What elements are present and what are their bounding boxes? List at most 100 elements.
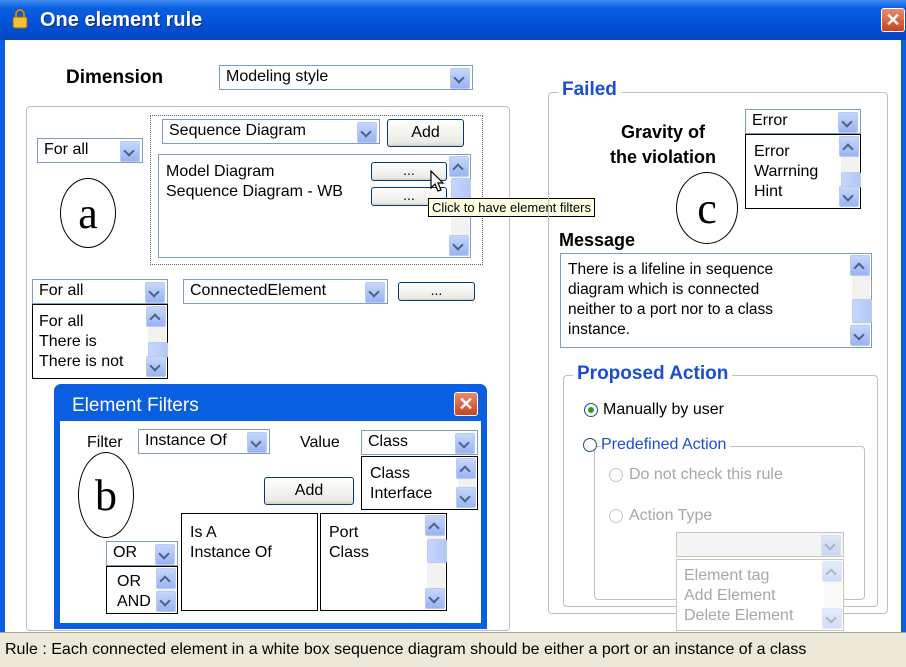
list-item[interactable]: Error bbox=[754, 143, 790, 161]
filter-select[interactable]: Instance Of bbox=[138, 429, 270, 454]
chevron-down-icon[interactable] bbox=[247, 432, 267, 453]
window-frame-right bbox=[901, 40, 906, 667]
chevron-down-icon[interactable] bbox=[365, 282, 385, 303]
chevron-down-icon[interactable] bbox=[425, 588, 445, 609]
list-item[interactable]: Model Diagram bbox=[166, 163, 274, 181]
chevron-up-icon[interactable] bbox=[850, 255, 870, 276]
message-label: Message bbox=[559, 230, 636, 250]
scroll-thumb[interactable] bbox=[852, 299, 872, 323]
list-item[interactable]: For all bbox=[39, 313, 83, 331]
message-line: There is a lifeline in sequence bbox=[568, 261, 774, 278]
list-item[interactable]: Warrning bbox=[754, 163, 818, 181]
value-options-list[interactable]: Class Interface bbox=[361, 456, 478, 510]
chevron-up-icon[interactable] bbox=[456, 458, 476, 479]
chevron-down-icon[interactable] bbox=[156, 591, 176, 612]
list-item[interactable]: OR bbox=[117, 573, 141, 591]
chevron-down-icon[interactable] bbox=[146, 356, 166, 377]
chevron-down-icon[interactable] bbox=[357, 122, 377, 143]
action-type-label[interactable]: Action Type bbox=[629, 507, 712, 525]
operator-select[interactable]: OR bbox=[106, 541, 178, 566]
list-scrollbar[interactable] bbox=[839, 136, 861, 207]
add-filter-button[interactable]: Add bbox=[264, 477, 354, 505]
connected-quantifier-options[interactable]: For all There is There is not bbox=[32, 304, 168, 379]
list-item[interactable]: Hint bbox=[754, 183, 782, 201]
chevron-down-icon[interactable] bbox=[822, 608, 842, 629]
list-item[interactable]: Sequence Diagram - WB bbox=[166, 183, 343, 201]
rule-description: Rule : Each connected element in a white… bbox=[5, 641, 807, 658]
diagram-type-value: Sequence Diagram bbox=[169, 122, 306, 139]
predefined-radio[interactable] bbox=[583, 438, 597, 452]
window-title: One element rule bbox=[40, 9, 203, 31]
chevron-down-icon[interactable] bbox=[839, 186, 859, 207]
filters-list[interactable]: Is A Instance Of bbox=[181, 513, 318, 611]
chevron-down-icon[interactable] bbox=[120, 141, 140, 162]
gravity-options-list[interactable]: Error Warrning Hint bbox=[745, 134, 861, 209]
operator-options-list[interactable]: OR AND bbox=[106, 566, 178, 614]
list-scrollbar[interactable] bbox=[425, 515, 447, 609]
chevron-up-icon[interactable] bbox=[822, 561, 842, 582]
chevron-down-icon[interactable] bbox=[449, 235, 469, 256]
connected-filters-button[interactable]: ... bbox=[398, 282, 475, 301]
chevron-down-icon[interactable] bbox=[450, 68, 470, 89]
chevron-down-icon[interactable] bbox=[850, 325, 870, 346]
chevron-down-icon[interactable] bbox=[821, 535, 841, 556]
gravity-select[interactable]: Error bbox=[745, 109, 861, 134]
action-type-select[interactable] bbox=[676, 532, 844, 557]
list-item[interactable]: Class bbox=[370, 465, 410, 483]
action-type-options-list[interactable]: Element tag Add Element Delete Element bbox=[676, 559, 844, 631]
close-button[interactable]: ✕ bbox=[454, 392, 478, 416]
connected-element-select[interactable]: ConnectedElement bbox=[183, 279, 388, 304]
scroll-thumb[interactable] bbox=[427, 539, 447, 563]
close-button[interactable]: ✕ bbox=[881, 8, 905, 32]
chevron-down-icon[interactable] bbox=[155, 544, 175, 565]
list-item[interactable]: Delete Element bbox=[684, 607, 793, 625]
list-scrollbar[interactable] bbox=[156, 568, 176, 612]
list-scrollbar[interactable] bbox=[146, 306, 168, 377]
list-item[interactable]: Interface bbox=[370, 485, 432, 503]
chevron-down-icon[interactable] bbox=[145, 282, 165, 303]
predefined-label[interactable]: Predefined Action bbox=[601, 436, 731, 454]
chevron-up-icon[interactable] bbox=[146, 306, 166, 327]
chevron-up-icon[interactable] bbox=[156, 568, 176, 589]
manual-radio[interactable] bbox=[584, 403, 598, 417]
list-scrollbar[interactable] bbox=[822, 561, 842, 629]
value-select[interactable]: Class bbox=[361, 430, 478, 455]
do-not-check-label[interactable]: Do not check this rule bbox=[629, 466, 783, 484]
list-item[interactable]: Is A bbox=[190, 524, 217, 542]
scope-quantifier-select[interactable]: For all bbox=[37, 138, 143, 163]
message-line: instance. bbox=[568, 321, 631, 338]
message-scrollbar[interactable] bbox=[850, 255, 872, 346]
dimension-label: Dimension bbox=[66, 67, 164, 88]
chevron-up-icon[interactable] bbox=[839, 136, 859, 157]
chevron-down-icon[interactable] bbox=[455, 433, 475, 454]
list-item[interactable]: Instance Of bbox=[190, 544, 272, 562]
list-item[interactable]: There is not bbox=[39, 353, 123, 371]
diagram-list[interactable]: Model Diagram Sequence Diagram - WB ... … bbox=[158, 154, 471, 258]
list-item[interactable]: AND bbox=[117, 593, 151, 611]
list-item[interactable]: There is bbox=[39, 333, 97, 351]
chevron-down-icon[interactable] bbox=[838, 112, 858, 133]
list-item[interactable]: Add Element bbox=[684, 587, 776, 605]
list-scrollbar[interactable] bbox=[456, 458, 476, 508]
list-item[interactable]: Element tag bbox=[684, 567, 769, 585]
chevron-up-icon[interactable] bbox=[425, 515, 445, 536]
filter-label: Filter bbox=[87, 434, 123, 451]
list-item[interactable]: Port bbox=[329, 524, 358, 542]
value-label: Value bbox=[300, 434, 340, 451]
add-diagram-button[interactable]: Add bbox=[387, 119, 464, 147]
do-not-check-radio[interactable] bbox=[609, 468, 623, 482]
values-list[interactable]: Port Class bbox=[320, 513, 447, 611]
message-textarea[interactable]: There is a lifeline in sequence diagram … bbox=[560, 253, 872, 348]
action-type-radio[interactable] bbox=[609, 509, 623, 523]
diagram-type-select[interactable]: Sequence Diagram bbox=[162, 119, 380, 144]
list-item[interactable]: Class bbox=[329, 544, 369, 562]
message-line: diagram which is connected bbox=[568, 281, 760, 298]
chevron-down-icon[interactable] bbox=[456, 487, 476, 508]
message-line: neither to a port nor to a class bbox=[568, 301, 774, 318]
manual-label[interactable]: Manually by user bbox=[603, 401, 724, 419]
app-icon bbox=[10, 9, 30, 29]
connected-quantifier-select[interactable]: For all bbox=[32, 279, 168, 304]
chevron-up-icon[interactable] bbox=[449, 156, 469, 177]
dimension-select[interactable]: Modeling style bbox=[219, 65, 473, 90]
dimension-value: Modeling style bbox=[226, 68, 329, 85]
